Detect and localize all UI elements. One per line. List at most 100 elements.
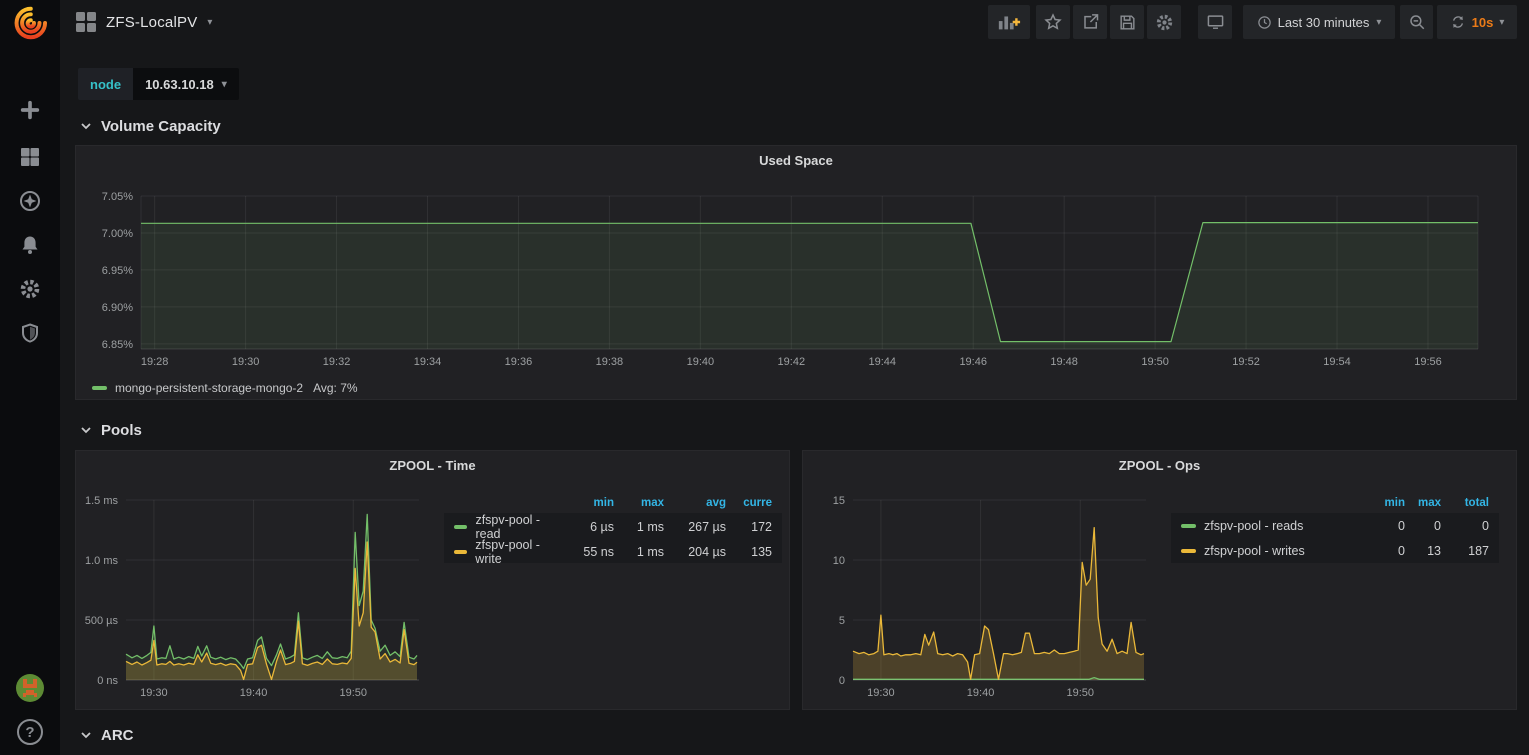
series-color-dash xyxy=(454,525,467,529)
chevron-down-icon: ▾ xyxy=(1499,17,1504,28)
zpool-time-chart[interactable]: 1.5 ms1.0 ms500 µs0 ns19:3019:4019:50 xyxy=(76,451,790,710)
alerting-bell-icon[interactable] xyxy=(10,225,50,265)
time-range-picker[interactable]: Last 30 minutes ▾ xyxy=(1243,5,1395,39)
refresh-picker[interactable]: 10s ▾ xyxy=(1437,5,1517,39)
svg-text:19:30: 19:30 xyxy=(232,356,260,368)
variable-label: node xyxy=(78,68,133,100)
server-admin-shield-icon[interactable] xyxy=(10,313,50,353)
svg-text:19:48: 19:48 xyxy=(1050,356,1078,368)
star-button[interactable] xyxy=(1036,5,1070,39)
legend-row-writes: zfspv-pool - writes 0 13 187 xyxy=(1171,538,1499,563)
dashboards-icon[interactable] xyxy=(10,137,50,177)
svg-text:19:40: 19:40 xyxy=(687,356,715,368)
time-range-label: Last 30 minutes xyxy=(1278,15,1370,30)
legend-series-toggle[interactable]: zfspv-pool - writes xyxy=(1171,544,1363,558)
variable-value-dropdown[interactable]: 10.63.10.18 ▾ xyxy=(133,68,239,100)
legend-series-toggle[interactable]: zfspv-pool - reads xyxy=(1171,519,1363,533)
legend-series-toggle[interactable]: zfspv-pool - read xyxy=(444,513,569,541)
panel-zpool-time: ZPOOL - Time 1.5 ms1.0 ms500 µs0 ns19:30… xyxy=(75,450,790,710)
variable-value: 10.63.10.18 xyxy=(145,77,214,92)
dashboard-settings-button[interactable] xyxy=(1147,5,1181,39)
legend-header-min[interactable]: min xyxy=(1363,497,1415,509)
svg-text:19:46: 19:46 xyxy=(959,356,987,368)
svg-text:6.95%: 6.95% xyxy=(102,265,133,277)
svg-text:19:42: 19:42 xyxy=(778,356,806,368)
legend-series-toggle[interactable]: zfspv-pool - write xyxy=(444,538,569,566)
svg-text:15: 15 xyxy=(833,495,845,507)
share-button[interactable] xyxy=(1073,5,1107,39)
series-color-dash xyxy=(1181,549,1196,553)
clock-icon xyxy=(1257,15,1272,30)
legend-row-reads: zfspv-pool - reads 0 0 0 xyxy=(1171,513,1499,538)
series-color-dash xyxy=(454,550,467,554)
svg-text:19:54: 19:54 xyxy=(1323,356,1351,368)
add-panel-button[interactable] xyxy=(988,5,1030,39)
svg-text:7.05%: 7.05% xyxy=(102,191,133,203)
svg-text:10: 10 xyxy=(833,555,845,567)
svg-text:19:34: 19:34 xyxy=(414,356,442,368)
save-button[interactable] xyxy=(1110,5,1144,39)
configuration-gear-icon[interactable] xyxy=(10,269,50,309)
chevron-down-icon xyxy=(80,730,92,740)
svg-text:5: 5 xyxy=(839,615,845,627)
grafana-logo[interactable] xyxy=(10,3,50,43)
section-arc[interactable]: ARC xyxy=(80,723,134,747)
legend-header-max[interactable]: max xyxy=(1415,497,1451,509)
chevron-down-icon xyxy=(80,425,92,435)
dashboard-title: ZFS-LocalPV xyxy=(106,14,197,31)
legend-header-total[interactable]: total xyxy=(1451,497,1499,509)
zpool-time-legend: min max avg curre zfspv-pool - read 6 µs… xyxy=(444,493,782,563)
create-plus-icon[interactable] xyxy=(10,90,50,130)
svg-text:19:50: 19:50 xyxy=(1141,356,1169,368)
refresh-icon xyxy=(1450,14,1466,30)
panel-used-space: Used Space 7.05%7.00%6.95%6.90%6.85%19:2… xyxy=(75,145,1517,400)
dashboard-grid-icon xyxy=(76,12,96,32)
user-avatar[interactable] xyxy=(10,668,50,708)
series-color-dash xyxy=(1181,524,1196,528)
svg-text:19:38: 19:38 xyxy=(596,356,624,368)
svg-text:1.0 ms: 1.0 ms xyxy=(85,555,119,567)
grafana-dashboard: ? ZFS-LocalPV ▾ xyxy=(0,0,1529,755)
top-navbar: ZFS-LocalPV ▾ xyxy=(60,0,1529,44)
explore-compass-icon[interactable] xyxy=(10,181,50,221)
svg-text:19:52: 19:52 xyxy=(1232,356,1260,368)
svg-text:6.85%: 6.85% xyxy=(102,339,133,351)
zpool-ops-legend: min max total zfspv-pool - reads 0 0 0 z… xyxy=(1171,493,1499,563)
svg-text:19:50: 19:50 xyxy=(1066,687,1094,699)
svg-text:19:28: 19:28 xyxy=(141,356,169,368)
legend-header-min[interactable]: min xyxy=(569,497,624,509)
legend-header-current[interactable]: curre xyxy=(736,497,782,509)
svg-text:19:32: 19:32 xyxy=(323,356,351,368)
svg-text:19:44: 19:44 xyxy=(868,356,896,368)
svg-text:19:30: 19:30 xyxy=(867,687,895,699)
svg-text:500 µs: 500 µs xyxy=(85,615,119,627)
svg-text:1.5 ms: 1.5 ms xyxy=(85,495,119,507)
svg-text:6.90%: 6.90% xyxy=(102,302,133,314)
legend-row-write: zfspv-pool - write 55 ns 1 ms 204 µs 135 xyxy=(444,538,782,563)
panel-zpool-ops: ZPOOL - Ops 15105019:3019:4019:50 min ma… xyxy=(802,450,1517,710)
dashboard-title-dropdown[interactable]: ZFS-LocalPV ▾ xyxy=(76,0,212,44)
svg-text:0: 0 xyxy=(839,675,845,687)
svg-text:19:30: 19:30 xyxy=(140,687,168,699)
sidebar: ? xyxy=(0,0,60,755)
chevron-down-icon: ▾ xyxy=(1376,17,1381,28)
chevron-down-icon xyxy=(80,121,92,131)
zoom-out-button[interactable] xyxy=(1400,5,1433,39)
section-pools[interactable]: Pools xyxy=(80,418,142,442)
refresh-interval-label: 10s xyxy=(1472,15,1494,30)
svg-text:7.00%: 7.00% xyxy=(102,228,133,240)
series-color-dash xyxy=(92,386,107,390)
chevron-down-icon: ▾ xyxy=(222,79,227,90)
svg-text:19:50: 19:50 xyxy=(339,687,367,699)
chevron-down-icon: ▾ xyxy=(207,17,212,28)
svg-text:19:36: 19:36 xyxy=(505,356,533,368)
tv-mode-button[interactable] xyxy=(1198,5,1232,39)
legend-header-avg[interactable]: avg xyxy=(674,497,736,509)
legend-header-max[interactable]: max xyxy=(624,497,674,509)
template-variable-node: node 10.63.10.18 ▾ xyxy=(78,68,239,100)
used-space-legend[interactable]: mongo-persistent-storage-mongo-2 Avg: 7% xyxy=(92,380,358,396)
used-space-chart[interactable]: 7.05% 7.00% 6.95% 6.90% 6.85% 19:28 19:30 19:32… xyxy=(76,146,1517,400)
zpool-ops-chart[interactable]: 15105019:3019:4019:50 xyxy=(803,451,1517,710)
help-icon[interactable]: ? xyxy=(10,712,50,752)
section-volume-capacity[interactable]: Volume Capacity xyxy=(80,114,221,138)
